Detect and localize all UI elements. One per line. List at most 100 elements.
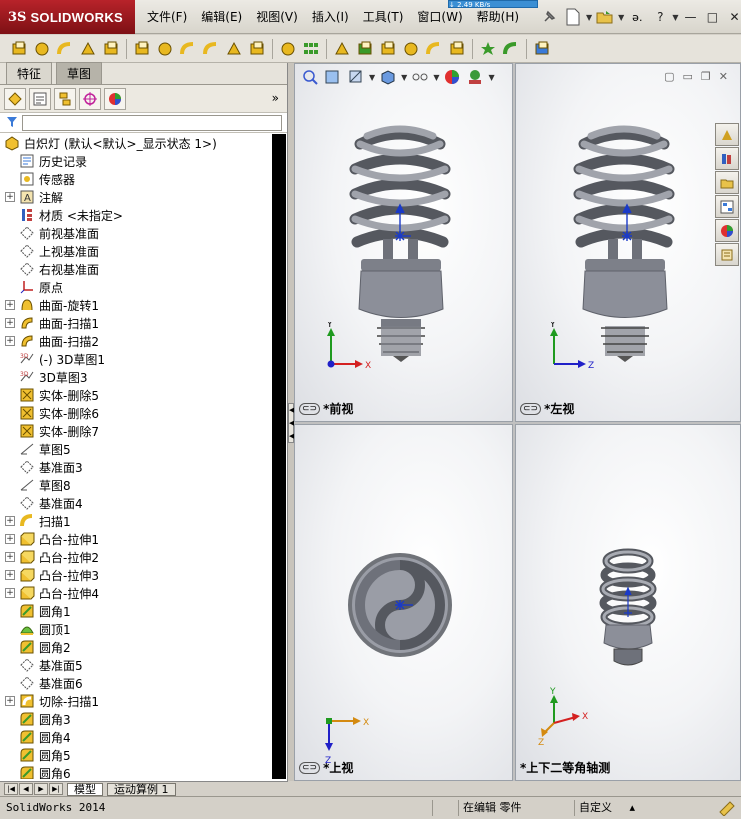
tree-item[interactable]: 实体-删除6 bbox=[0, 404, 272, 422]
close-button[interactable]: ✕ bbox=[724, 8, 741, 26]
restore-button[interactable]: □ bbox=[702, 8, 722, 26]
first-tab-icon[interactable]: |◀ bbox=[4, 783, 18, 795]
shell-icon[interactable] bbox=[377, 38, 399, 60]
file-explorer-icon[interactable] bbox=[715, 171, 739, 194]
viewport-top[interactable]: X Z ⊂⊃ *上视 bbox=[294, 424, 513, 781]
menu-item-3[interactable]: 插入(I) bbox=[305, 0, 356, 34]
tree-scrollbar[interactable] bbox=[272, 134, 286, 779]
solidworks-logo[interactable]: 3S SOLIDWORKS bbox=[0, 0, 135, 34]
tree-item[interactable]: 历史记录 bbox=[0, 152, 272, 170]
viewport-isometric[interactable]: Y X Z *上下二等角轴测 bbox=[515, 424, 741, 781]
display-manager-icon[interactable] bbox=[104, 87, 126, 110]
tree-item[interactable]: 圆角3 bbox=[0, 710, 272, 728]
curves-icon[interactable] bbox=[500, 38, 522, 60]
appearance-icon[interactable] bbox=[442, 67, 462, 87]
tree-item[interactable]: 圆顶1 bbox=[0, 620, 272, 638]
next-tab-icon[interactable]: ▶ bbox=[34, 783, 48, 795]
tree-item[interactable]: 前视基准面 bbox=[0, 224, 272, 242]
tree-item[interactable]: 圆角2 bbox=[0, 638, 272, 656]
solidworks-resources-icon[interactable] bbox=[715, 123, 739, 146]
tree-item[interactable]: + 曲面-扫描2 bbox=[0, 332, 272, 350]
expand-toggle-icon[interactable]: + bbox=[5, 318, 15, 328]
tree-item[interactable]: 实体-删除5 bbox=[0, 386, 272, 404]
menu-item-1[interactable]: 编辑(E) bbox=[194, 0, 249, 34]
linear-pattern-icon[interactable] bbox=[300, 38, 322, 60]
last-tab-icon[interactable]: ▶| bbox=[49, 783, 63, 795]
tree-item[interactable]: + 凸台-拉伸2 bbox=[0, 548, 272, 566]
instant3d-icon[interactable] bbox=[531, 38, 553, 60]
new-dropdown-icon[interactable]: ▼ bbox=[586, 13, 592, 22]
tree-item[interactable]: 基准面6 bbox=[0, 674, 272, 692]
open-dropdown-icon[interactable]: ▼ bbox=[618, 13, 624, 22]
display-style-dropdown[interactable]: ▼ bbox=[401, 73, 407, 82]
tree-item[interactable]: + 凸台-拉伸3 bbox=[0, 566, 272, 584]
menu-item-2[interactable]: 视图(V) bbox=[249, 0, 305, 34]
tree-item[interactable]: 圆角5 bbox=[0, 746, 272, 764]
tree-item[interactable]: 3D (-) 3D草图1 bbox=[0, 350, 272, 368]
cut-revolve-icon[interactable] bbox=[177, 38, 199, 60]
section-view-icon[interactable] bbox=[346, 67, 366, 87]
cut-loft-icon[interactable] bbox=[223, 38, 245, 60]
draft-icon[interactable] bbox=[354, 38, 376, 60]
view-palette-icon[interactable] bbox=[715, 195, 739, 218]
new-document-icon[interactable] bbox=[562, 6, 584, 28]
units-dropdown-icon[interactable]: ▴ bbox=[630, 801, 636, 814]
tree-item[interactable]: + 凸台-拉伸4 bbox=[0, 584, 272, 602]
viewport-left[interactable]: ▢ ▭ ❐ ✕ Y Z ⊂⊃ *左视 bbox=[515, 63, 741, 422]
expand-toggle-icon[interactable]: + bbox=[5, 552, 15, 562]
tree-item[interactable]: 圆角6 bbox=[0, 764, 272, 779]
view-orientation-dropdown[interactable]: ▼ bbox=[369, 73, 375, 82]
reference-geometry-icon[interactable] bbox=[477, 38, 499, 60]
link-views-icon[interactable]: ⊂⊃ bbox=[299, 402, 321, 415]
configuration-manager-icon[interactable] bbox=[54, 87, 76, 110]
dimxpert-manager-icon[interactable] bbox=[79, 87, 101, 110]
menu-item-4[interactable]: 工具(T) bbox=[356, 0, 411, 34]
tree-item[interactable]: + 切除-扫描1 bbox=[0, 692, 272, 710]
tree-item[interactable]: + 凸台-拉伸1 bbox=[0, 530, 272, 548]
expand-toggle-icon[interactable]: + bbox=[5, 534, 15, 544]
cut-sweep-icon[interactable] bbox=[200, 38, 222, 60]
loft-icon[interactable] bbox=[77, 38, 99, 60]
boundary-icon[interactable] bbox=[100, 38, 122, 60]
command-tab-1[interactable]: 草图 bbox=[56, 62, 103, 84]
more-tabs-icon[interactable]: » bbox=[272, 91, 279, 105]
quick-tips-icon[interactable] bbox=[718, 800, 736, 819]
tree-item[interactable]: 圆角1 bbox=[0, 602, 272, 620]
command-tab-0[interactable]: 特征 bbox=[6, 62, 53, 84]
tree-item[interactable]: 圆角4 bbox=[0, 728, 272, 746]
status-units[interactable]: 自定义 ▴ bbox=[574, 800, 684, 816]
custom-properties-icon[interactable] bbox=[715, 243, 739, 266]
expand-toggle-icon[interactable]: + bbox=[5, 570, 15, 580]
tree-item[interactable]: 基准面4 bbox=[0, 494, 272, 512]
help-button[interactable]: ? bbox=[650, 8, 670, 26]
feature-manager-icon[interactable] bbox=[4, 87, 26, 110]
zoom-to-fit-icon[interactable] bbox=[300, 67, 320, 87]
tree-item[interactable]: 基准面5 bbox=[0, 656, 272, 674]
wrap-icon[interactable] bbox=[400, 38, 422, 60]
mirror-icon[interactable] bbox=[446, 38, 468, 60]
cut-boundary-icon[interactable] bbox=[246, 38, 268, 60]
boss-extrude-icon[interactable] bbox=[8, 38, 30, 60]
fillet-icon[interactable] bbox=[277, 38, 299, 60]
appearances-icon[interactable] bbox=[715, 219, 739, 242]
expand-toggle-icon[interactable]: + bbox=[5, 516, 15, 526]
hide-show-dropdown[interactable]: ▼ bbox=[433, 73, 439, 82]
overflow-icon[interactable]: ǝ. bbox=[626, 6, 648, 28]
minimize-button[interactable]: — bbox=[680, 8, 700, 26]
expand-toggle-icon[interactable]: + bbox=[5, 192, 15, 202]
tree-item[interactable]: + 扫描1 bbox=[0, 512, 272, 530]
pin-icon[interactable] bbox=[538, 6, 560, 28]
property-manager-icon[interactable] bbox=[29, 87, 51, 110]
filter-input[interactable] bbox=[22, 115, 282, 131]
tree-item[interactable]: 白炽灯 (默认<默认>_显示状态 1>) bbox=[0, 134, 272, 152]
tree-item[interactable]: 右视基准面 bbox=[0, 260, 272, 278]
rib-icon[interactable] bbox=[331, 38, 353, 60]
tree-item[interactable]: 3D 3D草图3 bbox=[0, 368, 272, 386]
link-views-icon[interactable]: ⊂⊃ bbox=[299, 761, 321, 774]
revolve-icon[interactable] bbox=[31, 38, 53, 60]
viewport-front[interactable]: Y X ⊂⊃ *前视 bbox=[294, 63, 513, 422]
tree-item[interactable]: + 曲面-旋转1 bbox=[0, 296, 272, 314]
hole-wizard-icon[interactable] bbox=[154, 38, 176, 60]
link-views-icon[interactable]: ⊂⊃ bbox=[520, 402, 542, 415]
scene-dropdown[interactable]: ▼ bbox=[488, 73, 494, 82]
